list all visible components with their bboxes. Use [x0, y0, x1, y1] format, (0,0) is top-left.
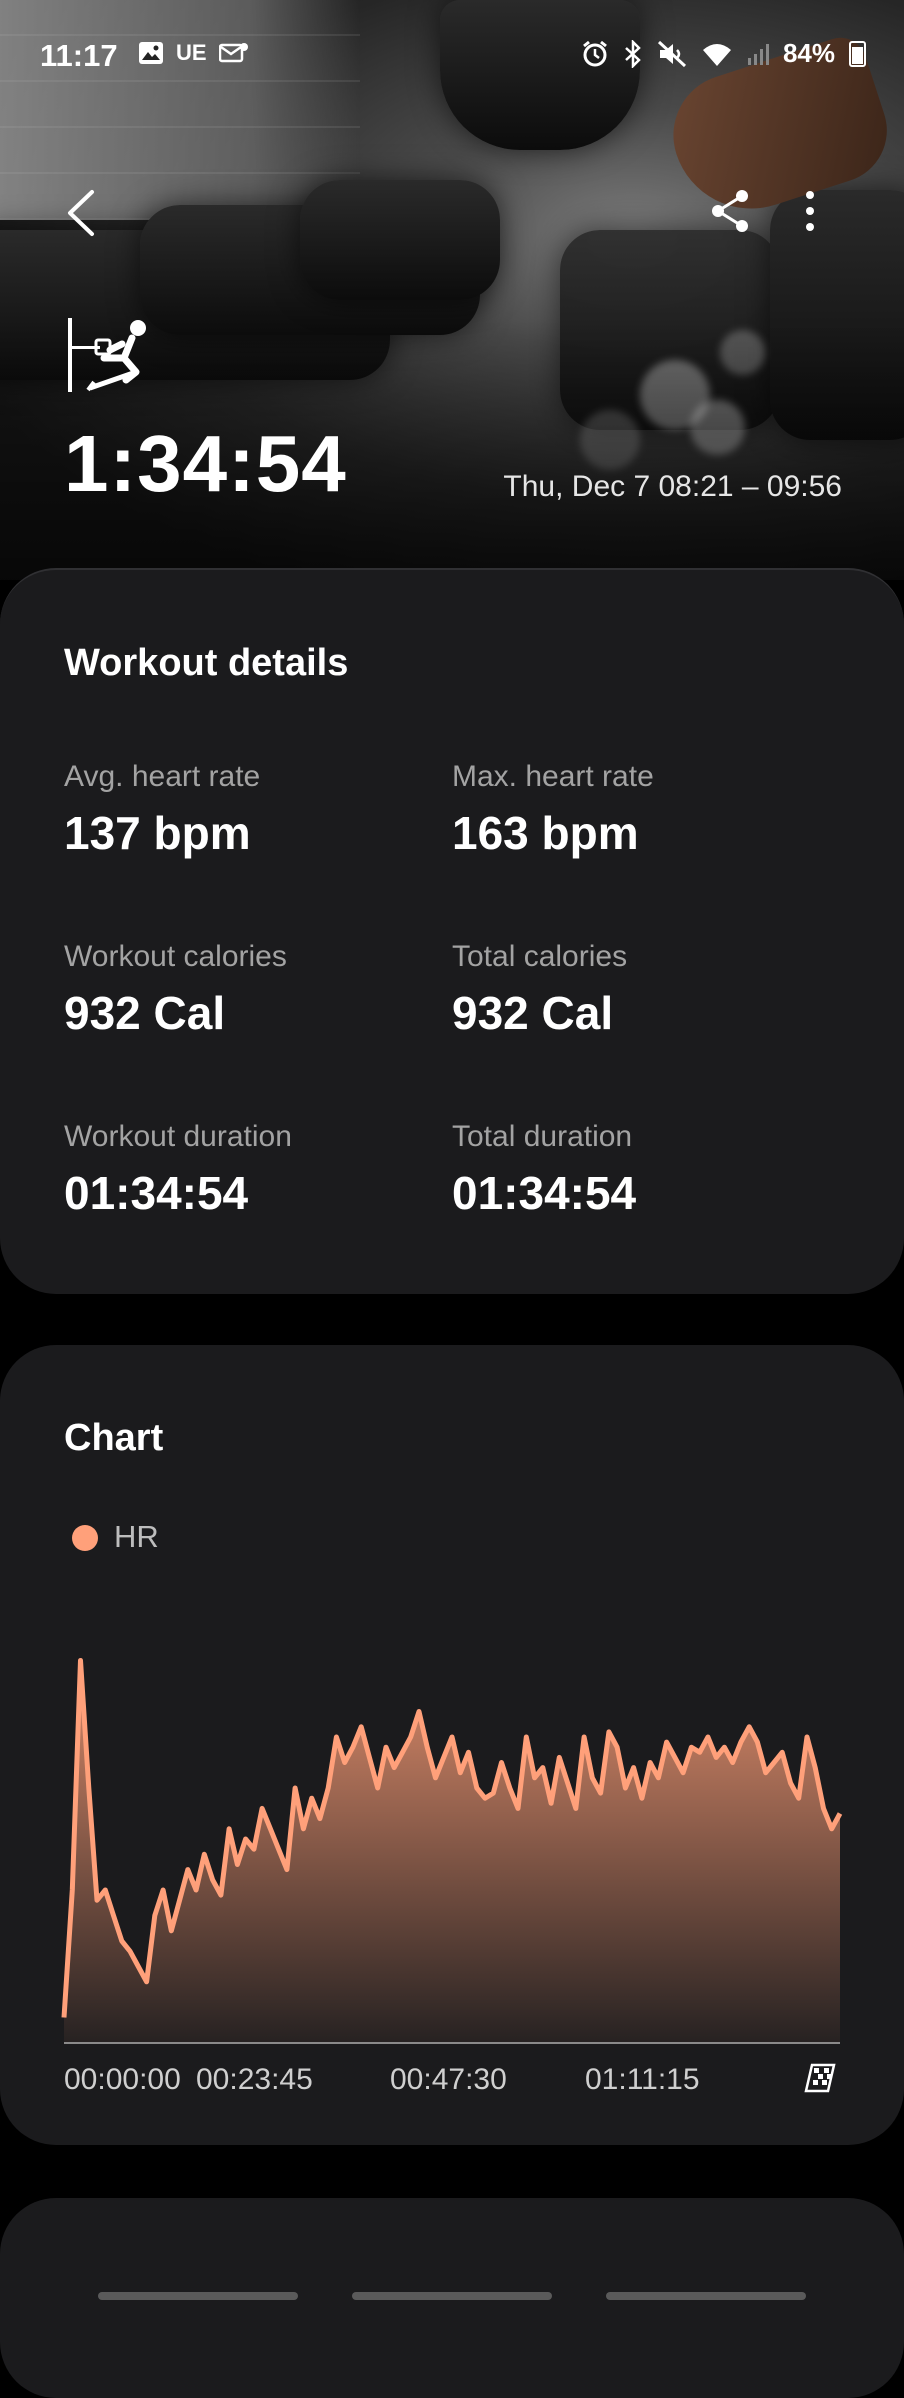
more-vertical-icon: [806, 191, 814, 231]
mute-icon: [657, 40, 686, 67]
avg-heart-rate-value: 137 bpm: [64, 807, 251, 859]
workout-date-range: Thu, Dec 7 08:21 – 09:56: [503, 470, 842, 503]
finish-flag-icon: [804, 2063, 836, 2093]
total-duration-value: 01:34:54: [452, 1167, 637, 1219]
workout-details-card: Workout details Avg. heart rate 137 bpm …: [0, 568, 904, 1294]
x-tick-label: 00:47:30: [390, 2063, 507, 2096]
nav-gesture-bar[interactable]: [98, 2292, 298, 2300]
workout-details-title: Workout details: [64, 642, 349, 684]
alarm-icon: [583, 40, 607, 66]
total-calories-label: Total calories: [452, 940, 628, 973]
back-button[interactable]: [62, 188, 102, 238]
share-button[interactable]: [710, 188, 752, 234]
hr-series-area: [64, 1660, 840, 2043]
workout-duration: 1:34:54: [64, 419, 347, 508]
chart-card: Chart HR 00:00:00 00:23:45 00:47:30 01:1…: [0, 1345, 904, 2145]
signal-icon: [747, 43, 769, 65]
gallery-icon: [139, 42, 163, 64]
battery-icon: [849, 40, 866, 67]
x-tick-label: 00:00:00: [64, 2063, 181, 2096]
x-tick-label: 00:23:45: [196, 2063, 313, 2096]
ue-indicator: UE: [176, 40, 207, 65]
nav-gesture-bar[interactable]: [606, 2292, 806, 2300]
total-calories-value: 932 Cal: [452, 987, 614, 1039]
total-duration-label: Total duration: [452, 1120, 633, 1153]
hr-chart[interactable]: [0, 1345, 904, 2045]
battery-percent: 84%: [782, 38, 835, 68]
max-heart-rate-label: Max. heart rate: [452, 760, 654, 793]
bluetooth-icon: [625, 39, 641, 68]
more-options-button[interactable]: [800, 188, 820, 234]
status-time: 11:17: [40, 38, 118, 73]
share-icon: [712, 190, 748, 232]
workout-duration-label: Workout duration: [64, 1120, 292, 1153]
workout-calories-value: 932 Cal: [64, 987, 226, 1039]
nav-gesture-bar[interactable]: [352, 2292, 552, 2300]
wifi-icon: [702, 43, 731, 66]
status-bar: 11:17 UE 84%: [0, 0, 904, 110]
message-icon: [218, 43, 248, 63]
hero-dumbbell: [300, 180, 500, 300]
workout-duration-value: 01:34:54: [64, 1167, 249, 1219]
x-tick-label: 01:11:15: [585, 2063, 700, 2096]
workout-calories-label: Workout calories: [64, 940, 287, 973]
back-arrow-icon: [68, 190, 94, 236]
avg-heart-rate-label: Avg. heart rate: [64, 760, 261, 793]
max-heart-rate-value: 163 bpm: [452, 807, 639, 859]
rowing-machine-icon: [68, 318, 146, 392]
